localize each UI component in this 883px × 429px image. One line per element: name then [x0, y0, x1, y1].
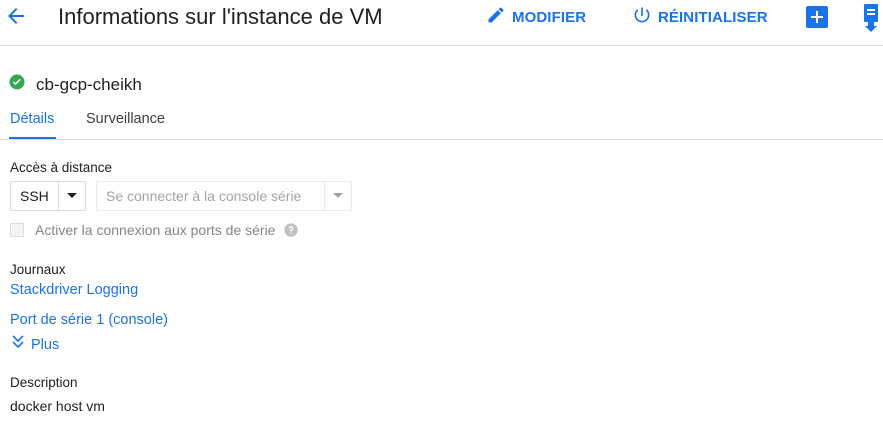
page-title: Informations sur l'instance de VM — [58, 4, 383, 29]
double-chevron-down-icon — [12, 335, 24, 354]
tab-bar: Détails Surveillance — [0, 104, 883, 140]
tab-details[interactable]: Détails — [10, 111, 54, 127]
pencil-icon — [486, 5, 512, 29]
description-value: docker host vm — [10, 398, 105, 414]
instance-header: cb-gcp-cheikh — [8, 73, 142, 96]
help-icon[interactable] — [283, 222, 299, 238]
arrow-back-icon[interactable] — [4, 4, 28, 28]
serial-port-link[interactable]: Port de série 1 (console) — [10, 312, 168, 328]
remote-access-label: Accès à distance — [10, 160, 113, 175]
serial-port-checkbox-row: Activer la connexion aux ports de série — [10, 222, 299, 238]
power-icon — [632, 5, 658, 29]
serial-console-button[interactable]: Se connecter à la console série — [96, 181, 352, 211]
caret-down-icon[interactable] — [325, 193, 351, 199]
serial-port-checkbox-label: Activer la connexion aux ports de série — [35, 222, 276, 238]
import-icon[interactable] — [862, 4, 880, 37]
top-app-bar: Informations sur l'instance de VM MODIFI… — [0, 0, 883, 46]
more-button[interactable]: Plus — [12, 335, 59, 354]
caret-down-icon[interactable] — [59, 193, 85, 199]
more-button-label: Plus — [31, 336, 60, 353]
ssh-button-label: SSH — [20, 188, 49, 204]
ssh-button[interactable]: SSH — [10, 181, 86, 211]
edit-button-label: MODIFIER — [512, 8, 587, 26]
reset-button-label: RÉINITIALISER — [658, 8, 768, 26]
add-icon[interactable] — [806, 6, 828, 33]
active-tab-indicator — [9, 137, 56, 139]
reset-button[interactable]: RÉINITIALISER — [632, 6, 768, 28]
serial-port-checkbox[interactable] — [10, 223, 24, 237]
stackdriver-logging-link[interactable]: Stackdriver Logging — [10, 282, 138, 298]
edit-button[interactable]: MODIFIER — [486, 6, 586, 28]
instance-name: cb-gcp-cheikh — [36, 74, 142, 94]
logs-label: Journaux — [10, 262, 66, 277]
description-label: Description — [10, 375, 78, 390]
check-circle-icon — [8, 73, 26, 96]
serial-console-label: Se connecter à la console série — [106, 188, 302, 204]
tab-monitoring[interactable]: Surveillance — [86, 111, 165, 127]
